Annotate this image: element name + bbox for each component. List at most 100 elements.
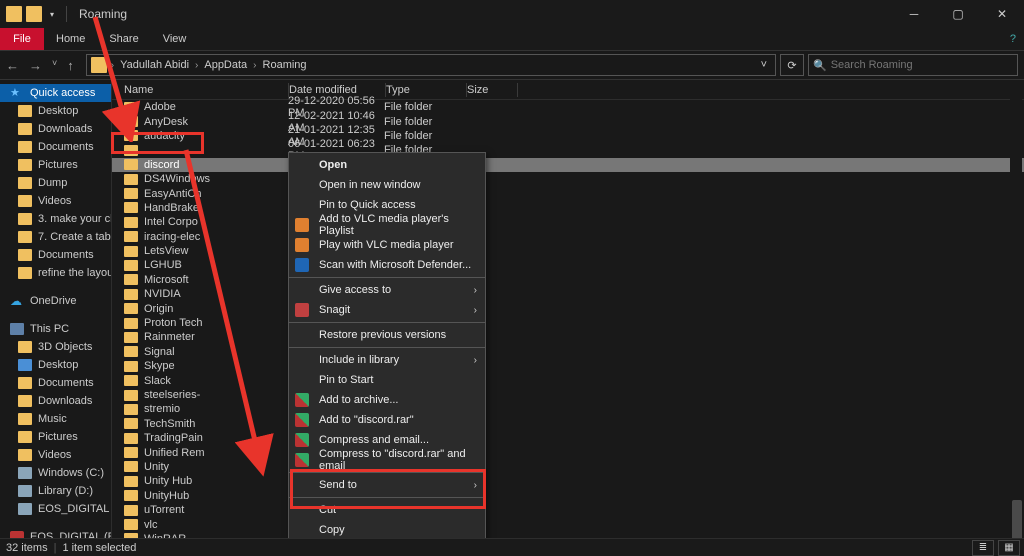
sidebar-item[interactable]: Windows (C:) <box>0 464 111 482</box>
column-name[interactable]: Name <box>112 84 288 96</box>
ctx-compress-discord-email[interactable]: Compress to "discord.rar" and email <box>289 450 485 470</box>
dropdown-icon[interactable]: ˅ <box>761 59 767 71</box>
file-row[interactable]: UnityFile folder <box>112 460 1024 474</box>
thumbnails-view-button[interactable]: ▦ <box>998 540 1020 556</box>
chevron-right-icon[interactable]: › <box>109 60 116 71</box>
file-row[interactable]: HandBrakeFile folder <box>112 201 1024 215</box>
file-row[interactable]: Intel CorpoFile folder <box>112 215 1024 229</box>
file-row[interactable]: steelseries-File folder <box>112 388 1024 402</box>
ctx-include-library[interactable]: Include in library› <box>289 350 485 370</box>
sidebar-item[interactable]: Videos <box>0 192 111 210</box>
sidebar-item[interactable]: Documents <box>0 138 111 156</box>
file-row[interactable]: LetsViewFile folder <box>112 244 1024 258</box>
file-row[interactable]: uTorrentFile folder <box>112 503 1024 517</box>
sidebar-item[interactable]: Music <box>0 410 111 428</box>
file-row[interactable]: Adobe29-12-2020 05:56 PMFile folder <box>112 100 1024 114</box>
sidebar-item[interactable]: Videos <box>0 446 111 464</box>
file-row[interactable]: stremioFile folder <box>112 402 1024 416</box>
ctx-pin-start[interactable]: Pin to Start <box>289 370 485 390</box>
sidebar-item[interactable]: Desktop <box>0 102 111 120</box>
file-row[interactable]: TradingPainFile folder <box>112 431 1024 445</box>
file-row[interactable]: AnyDesk12-02-2021 10:46 AMFile folder <box>112 114 1024 128</box>
breadcrumb-item[interactable]: Yadullah Abidi <box>118 59 191 71</box>
forward-button[interactable]: → <box>29 58 42 73</box>
scrollbar[interactable] <box>1010 80 1022 538</box>
chevron-right-icon[interactable]: › <box>193 60 200 71</box>
file-row[interactable]: DS4WindowsFile folder <box>112 172 1024 186</box>
sidebar-this-pc[interactable]: This PC <box>0 320 111 338</box>
file-row[interactable]: LGHUBFile folder <box>112 258 1024 272</box>
file-row[interactable]: vlcFile folder <box>112 517 1024 531</box>
sidebar-quick-access[interactable]: ★Quick access <box>0 84 111 102</box>
sidebar-eos[interactable]: EOS_DIGITAL (E:) <box>0 528 111 538</box>
breadcrumb-item[interactable]: Roaming <box>261 59 309 71</box>
sidebar-onedrive[interactable]: ☁OneDrive <box>0 292 111 310</box>
tab-share[interactable]: Share <box>97 33 150 45</box>
tab-file[interactable]: File <box>0 28 44 50</box>
file-row[interactable]: UnityHubFile folder <box>112 489 1024 503</box>
help-icon[interactable]: ? <box>1010 33 1016 45</box>
ctx-send-to[interactable]: Send to› <box>289 475 485 495</box>
tab-home[interactable]: Home <box>44 33 97 45</box>
file-row[interactable]: Proton TechFile folder <box>112 316 1024 330</box>
ctx-add-vlc-playlist[interactable]: Add to VLC media player's Playlist <box>289 215 485 235</box>
search-input[interactable] <box>831 59 1013 71</box>
sidebar-item[interactable]: Dump <box>0 174 111 192</box>
ctx-give-access[interactable]: Give access to› <box>289 280 485 300</box>
minimize-button[interactable]: ─ <box>892 0 936 28</box>
sidebar-item[interactable]: Library (D:) <box>0 482 111 500</box>
file-row[interactable]: EasyAntiChFile folder <box>112 186 1024 200</box>
search-box[interactable]: 🔍 <box>808 54 1018 76</box>
file-row[interactable]: 06-01-2021 06:23 PMFile folder <box>112 143 1024 157</box>
ctx-restore-versions[interactable]: Restore previous versions <box>289 325 485 345</box>
details-view-button[interactable]: ≣ <box>972 540 994 556</box>
sidebar-item[interactable]: Desktop <box>0 356 111 374</box>
file-row[interactable]: SkypeFile folder <box>112 359 1024 373</box>
sidebar-item[interactable]: Pictures <box>0 156 111 174</box>
ctx-copy[interactable]: Copy <box>289 520 485 538</box>
ctx-cut[interactable]: Cut <box>289 500 485 520</box>
refresh-button[interactable]: ⟳ <box>780 54 804 76</box>
file-row[interactable]: RainmeterFile folder <box>112 330 1024 344</box>
ctx-add-archive[interactable]: Add to archive... <box>289 390 485 410</box>
column-date[interactable]: Date modified <box>289 84 385 96</box>
ctx-pin-quick-access[interactable]: Pin to Quick access <box>289 195 485 215</box>
ctx-open[interactable]: Open <box>289 155 485 175</box>
sidebar-item[interactable]: EOS_DIGITAL (E:) <box>0 500 111 518</box>
file-row[interactable]: Unified RemFile folder <box>112 445 1024 459</box>
close-button[interactable]: ✕ <box>980 0 1024 28</box>
recent-dropdown-icon[interactable]: ˅ <box>52 58 57 73</box>
sidebar-item[interactable]: 3D Objects <box>0 338 111 356</box>
chevron-right-icon[interactable]: › <box>251 60 258 71</box>
qat-dropdown-icon[interactable]: ▾ <box>46 10 58 19</box>
ctx-play-vlc[interactable]: Play with VLC media player <box>289 235 485 255</box>
file-row[interactable]: SlackFile folder <box>112 373 1024 387</box>
sidebar-item[interactable]: Documents <box>0 374 111 392</box>
file-row[interactable]: TechSmithFile folder <box>112 417 1024 431</box>
file-row[interactable]: SignalFile folder <box>112 345 1024 359</box>
maximize-button[interactable]: ▢ <box>936 0 980 28</box>
tab-view[interactable]: View <box>151 33 199 45</box>
sidebar-item[interactable]: Downloads <box>0 120 111 138</box>
scroll-thumb[interactable] <box>1012 500 1022 538</box>
ctx-compress-email[interactable]: Compress and email... <box>289 430 485 450</box>
ctx-add-discord-rar[interactable]: Add to "discord.rar" <box>289 410 485 430</box>
ctx-snagit[interactable]: Snagit› <box>289 300 485 320</box>
file-row[interactable]: NVIDIAFile folder <box>112 287 1024 301</box>
sidebar-item[interactable]: Downloads <box>0 392 111 410</box>
file-row[interactable]: WinRAR21-12-2020 04:42 PMFile folder <box>112 532 1024 538</box>
file-row[interactable]: iracing-elecFile folder <box>112 230 1024 244</box>
file-row[interactable]: Unity HubFile folder <box>112 474 1024 488</box>
file-row[interactable]: discord22-02-2021 05:44 PMFile folder <box>112 158 1024 172</box>
sidebar-item[interactable]: refine the layout <box>0 264 111 282</box>
column-size[interactable]: Size <box>467 84 517 96</box>
file-row[interactable]: audacity21-01-2021 12:35 AMFile folder <box>112 129 1024 143</box>
back-button[interactable]: ← <box>6 58 19 73</box>
column-type[interactable]: Type <box>386 84 466 96</box>
breadcrumb[interactable]: › Yadullah Abidi › AppData › Roaming ˅ <box>86 54 776 76</box>
ctx-scan-defender[interactable]: Scan with Microsoft Defender... <box>289 255 485 275</box>
sidebar-item[interactable]: 3. make your checkl <box>0 210 111 228</box>
breadcrumb-item[interactable]: AppData <box>202 59 249 71</box>
file-row[interactable]: MicrosoftFile folder <box>112 273 1024 287</box>
ctx-open-new-window[interactable]: Open in new window <box>289 175 485 195</box>
